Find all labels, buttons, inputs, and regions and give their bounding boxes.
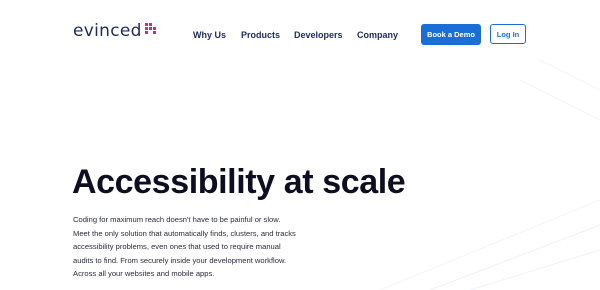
brand-logo[interactable]: evinced: [73, 21, 156, 41]
nav-item-why-us[interactable]: Why Us: [193, 28, 226, 42]
logo-dots-icon: [144, 22, 156, 34]
page: evinced Why Us Products Developers Compa…: [0, 0, 600, 290]
book-demo-button[interactable]: Book a Demo: [421, 24, 481, 45]
log-in-button[interactable]: Log In: [490, 24, 526, 44]
brand-name: evinced: [73, 21, 142, 41]
nav-item-developers[interactable]: Developers: [294, 28, 343, 42]
nav-item-products[interactable]: Products: [241, 28, 280, 42]
hero-title: Accessibility at scale: [72, 163, 406, 201]
hero-description: Coding for maximum reach doesn't have to…: [73, 215, 296, 279]
nav-item-company[interactable]: Company: [357, 28, 398, 42]
site-header: evinced Why Us Products Developers Compa…: [0, 0, 600, 68]
